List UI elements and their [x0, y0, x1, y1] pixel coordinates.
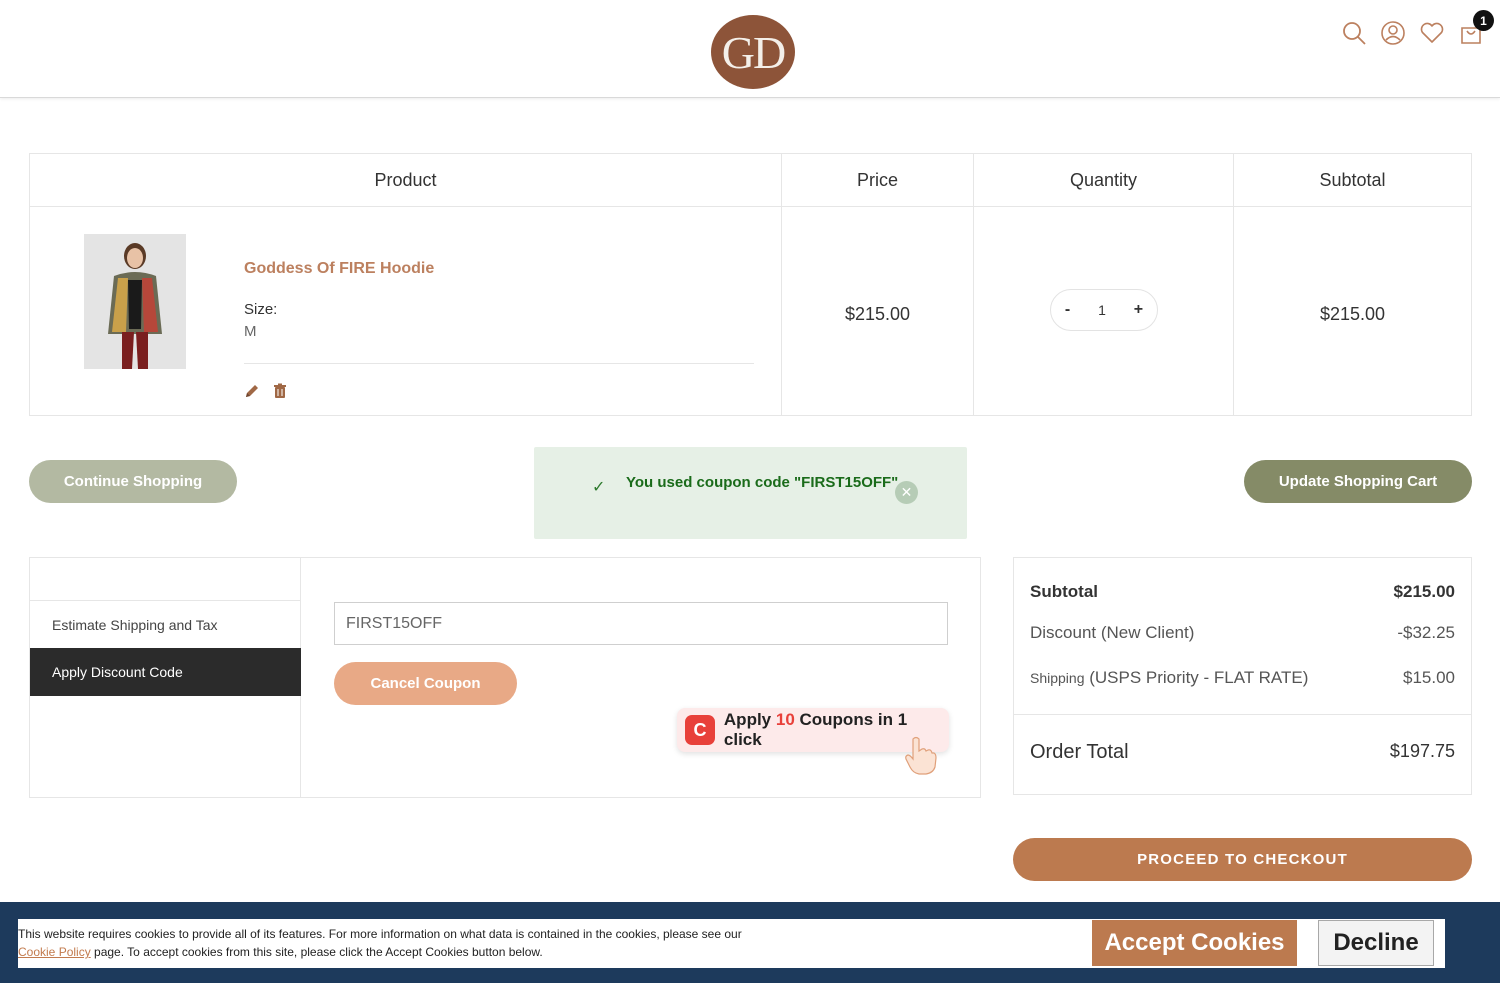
cookie-panel: This website requires cookies to provide…	[18, 919, 1445, 968]
item-price: $215.00	[844, 304, 911, 324]
order-total-value: $197.75	[1389, 741, 1455, 761]
close-message-icon[interactable]: ✕	[895, 481, 918, 504]
column-divider	[973, 154, 974, 415]
cart-count-badge: 1	[1473, 10, 1494, 31]
size-label: Size:	[244, 301, 278, 318]
site-logo[interactable]: GD	[711, 15, 795, 89]
cookie-text-2: page. To accept cookies from this site, …	[90, 945, 543, 959]
qty-decrease-button[interactable]: -	[1065, 301, 1070, 319]
summary-shipping-label: Shipping (USPS Priority - FLAT RATE)	[1030, 668, 1308, 688]
summary-discount-row: Discount (New Client) -$32.25	[1030, 623, 1455, 643]
summary-shipping-row: Shipping (USPS Priority - FLAT RATE) $15…	[1030, 668, 1455, 688]
discount-panel: Estimate Shipping and Tax Apply Discount…	[29, 557, 981, 798]
ext-count: 10	[775, 710, 795, 729]
discount-code-input[interactable]	[334, 602, 948, 645]
coupon-message-text: You used coupon code "FIRST15OFF".	[626, 474, 903, 491]
cart-table: Product Price Quantity Subtotal Goddess …	[29, 153, 1472, 416]
heart-icon[interactable]	[1419, 20, 1445, 46]
order-summary: Subtotal $215.00 Discount (New Client) -…	[1013, 557, 1472, 795]
extension-logo-icon: C	[685, 715, 715, 745]
header-quantity: Quantity	[974, 154, 1233, 207]
header-price: Price	[782, 154, 973, 207]
column-divider	[781, 154, 782, 415]
product-name-link[interactable]: Goddess Of FIRE Hoodie	[244, 260, 434, 278]
check-icon: ✓	[592, 479, 606, 496]
summary-shipping-value: $15.00	[1403, 668, 1455, 687]
decline-cookies-button[interactable]: Decline	[1318, 920, 1434, 966]
coupon-success-message: ✓ You used coupon code "FIRST15OFF". ✕	[534, 447, 967, 539]
divider	[244, 363, 754, 364]
user-icon[interactable]	[1380, 20, 1406, 46]
summary-subtotal-label: Subtotal	[1030, 582, 1098, 601]
qty-value[interactable]: 1	[1098, 302, 1106, 318]
shipping-word: Shipping	[1030, 670, 1085, 686]
cancel-coupon-button[interactable]: Cancel Coupon	[334, 662, 517, 705]
column-divider	[1233, 154, 1234, 415]
shipping-method: (USPS Priority - FLAT RATE)	[1084, 668, 1309, 687]
cookie-policy-link[interactable]: Cookie Policy	[18, 945, 91, 959]
quantity-stepper: - 1 +	[1050, 289, 1158, 331]
product-image[interactable]	[84, 234, 186, 369]
summary-discount-label: Discount (New Client)	[1030, 623, 1195, 642]
logo-text: GD	[721, 26, 786, 78]
divider	[1014, 714, 1471, 715]
summary-subtotal-value: $215.00	[1393, 582, 1455, 601]
order-total-label: Order Total	[1030, 741, 1129, 763]
header-subtotal: Subtotal	[1234, 154, 1471, 207]
cookie-text: This website requires cookies to provide…	[18, 925, 1078, 961]
update-cart-button[interactable]: Update Shopping Cart	[1244, 460, 1472, 503]
extension-popup-text: Apply 10 Coupons in 1 click	[724, 710, 949, 750]
edit-pencil-icon[interactable]	[244, 383, 260, 399]
proceed-to-checkout-button[interactable]: PROCEED TO CHECKOUT	[1013, 838, 1472, 881]
tab-estimate-shipping[interactable]: Estimate Shipping and Tax	[30, 600, 301, 649]
coupon-extension-popup[interactable]: C Apply 10 Coupons in 1 click	[677, 708, 949, 752]
header-product: Product	[30, 154, 781, 207]
summary-discount-value: -$32.25	[1397, 623, 1455, 642]
qty-increase-button[interactable]: +	[1134, 301, 1143, 319]
item-subtotal: $215.00	[1319, 304, 1386, 324]
accept-cookies-button[interactable]: Accept Cookies	[1092, 920, 1297, 966]
tab-apply-discount[interactable]: Apply Discount Code	[30, 648, 301, 696]
summary-total-row: Order Total $197.75	[1030, 741, 1455, 764]
discount-tabs: Estimate Shipping and Tax Apply Discount…	[30, 558, 301, 797]
cookie-text-1: This website requires cookies to provide…	[18, 927, 742, 941]
summary-subtotal-row: Subtotal $215.00	[1030, 582, 1455, 602]
ext-prefix: Apply	[723, 710, 776, 729]
size-value: M	[244, 323, 257, 340]
site-header: GD 1	[0, 0, 1500, 98]
search-icon[interactable]	[1341, 20, 1367, 46]
continue-shopping-button[interactable]: Continue Shopping	[29, 460, 237, 503]
trash-icon[interactable]	[272, 383, 288, 399]
